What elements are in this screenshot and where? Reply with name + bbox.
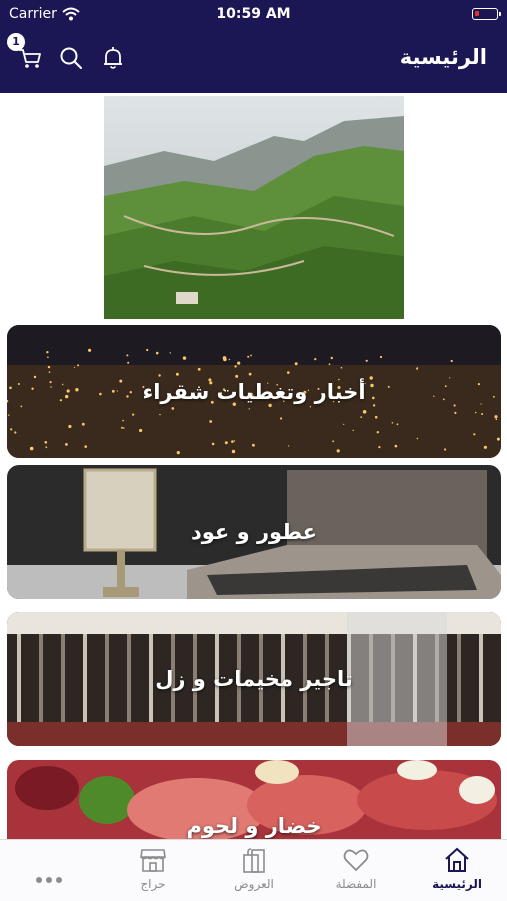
hero-image[interactable] xyxy=(104,96,404,319)
app-header: Carrier 10:59 AM الرئيسية 1 xyxy=(0,0,507,93)
status-bar: Carrier 10:59 AM xyxy=(0,0,507,28)
page-title: الرئيسية xyxy=(399,45,487,69)
category-card-food[interactable]: خضار و لحوم xyxy=(7,760,501,840)
tab-home[interactable]: الرئيسية xyxy=(402,840,507,901)
category-label: تاجير مخيمات و زل xyxy=(155,667,353,691)
tab-label: الرئيسية xyxy=(432,877,482,891)
tab-label: العروض xyxy=(234,877,274,891)
home-icon xyxy=(445,847,469,872)
battery-icon xyxy=(472,8,501,20)
category-card-tents[interactable]: تاجير مخيمات و زل xyxy=(7,612,501,746)
heart-icon xyxy=(343,849,369,872)
category-card-perfume[interactable]: عطور و عود xyxy=(7,465,501,599)
category-label: أخبار وتغطيات شقراء xyxy=(142,380,366,404)
tab-offers[interactable]: العروض xyxy=(199,840,309,901)
tab-label: حراج xyxy=(140,877,166,891)
store-icon xyxy=(140,849,166,872)
clock: 10:59 AM xyxy=(216,6,291,22)
tab-haraj[interactable]: حراج xyxy=(98,840,208,901)
battery-level xyxy=(475,11,479,16)
bell-icon[interactable] xyxy=(100,45,126,71)
offers-icon xyxy=(243,848,265,873)
tab-more[interactable] xyxy=(0,840,100,901)
category-label: خضار و لحوم xyxy=(186,814,322,838)
cart-badge: 1 xyxy=(7,33,25,51)
category-card-news[interactable]: أخبار وتغطيات شقراء xyxy=(7,325,501,458)
search-icon[interactable] xyxy=(58,45,84,71)
bottom-tab-bar: الرئيسية المفضلة العروض حراج xyxy=(0,839,507,901)
tab-favorites[interactable]: المفضلة xyxy=(301,840,411,901)
more-icon xyxy=(36,868,66,887)
tab-label: المفضلة xyxy=(335,877,377,891)
category-label: عطور و عود xyxy=(190,520,318,544)
